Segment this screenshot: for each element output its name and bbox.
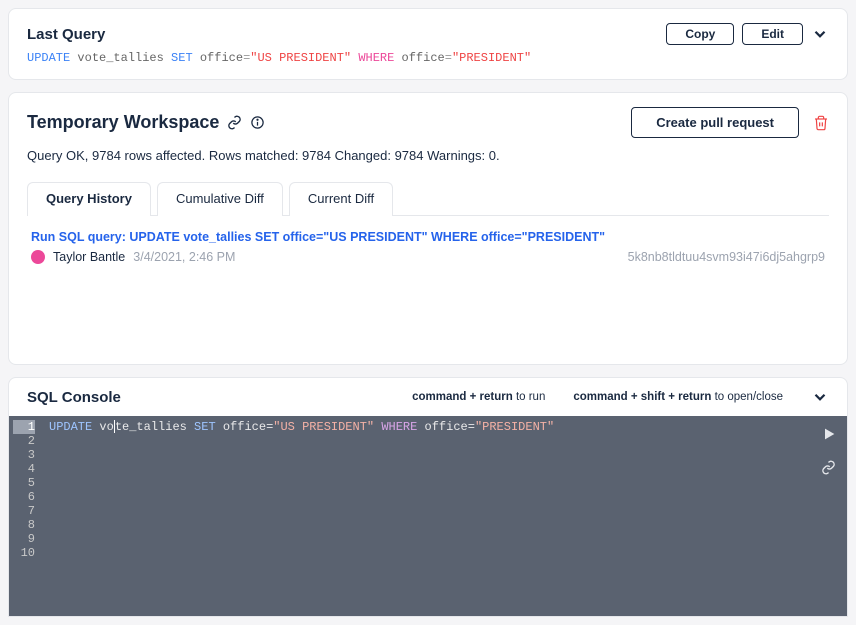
query-status-text: Query OK, 9784 rows affected. Rows match… [27, 148, 829, 163]
code-area[interactable]: UPDATE vote_tallies SET office="US PRESI… [41, 416, 847, 616]
line-number: 9 [13, 532, 35, 546]
line-number: 5 [13, 476, 35, 490]
token-ident: vo [92, 420, 114, 434]
last-query-sql: UPDATE vote_tallies SET office="US PRESI… [27, 51, 829, 65]
link-icon[interactable] [821, 460, 837, 475]
sql-console-hints: command + return to run command + shift … [412, 388, 829, 406]
line-number: 7 [13, 504, 35, 518]
code-line: UPDATE vote_tallies SET office="US PRESI… [49, 420, 839, 434]
last-query-header: Last Query Copy Edit [27, 23, 829, 45]
line-number: 10 [13, 546, 35, 560]
token-ident: office [216, 420, 266, 434]
last-query-title: Last Query [27, 26, 105, 43]
workspace-title: Temporary Workspace [27, 112, 219, 133]
tab-current-diff[interactable]: Current Diff [289, 182, 393, 216]
token-ident: te_tallies [115, 420, 194, 434]
token-ident: office [417, 420, 467, 434]
chevron-down-icon[interactable] [811, 25, 829, 43]
token-string: "US PRESIDENT" [273, 420, 374, 434]
line-number: 3 [13, 448, 35, 462]
workspace-actions: Create pull request [631, 107, 829, 138]
sql-string: "PRESIDENT" [452, 51, 531, 65]
sql-table: vote_tallies [70, 51, 171, 65]
workspace-title-row: Temporary Workspace [27, 112, 265, 133]
editor-actions [821, 426, 837, 475]
token-eq: = [468, 420, 475, 434]
tab-query-history[interactable]: Query History [27, 182, 151, 216]
last-query-actions: Copy Edit [666, 23, 829, 45]
history-meta: Taylor Bantle 3/4/2021, 2:46 PM 5k8nb8tl… [31, 250, 825, 264]
sql-editor[interactable]: 1 2 3 4 5 6 7 8 9 10 UPDATE vote_tallies… [9, 416, 847, 616]
copy-button[interactable]: Copy [666, 23, 734, 45]
tabs: Query History Cumulative Diff Current Di… [27, 181, 829, 216]
workspace-header: Temporary Workspace Create pull request [27, 107, 829, 138]
token-keyword: UPDATE [49, 420, 92, 434]
hint-toggle: command + shift + return to open/close [573, 391, 783, 403]
workspace-card: Temporary Workspace Create pull request … [8, 92, 848, 365]
tab-cumulative-diff[interactable]: Cumulative Diff [157, 182, 283, 216]
hint-run: command + return to run [412, 391, 545, 403]
create-pull-request-button[interactable]: Create pull request [631, 107, 799, 138]
sql-string: "US PRESIDENT" [250, 51, 351, 65]
line-gutter: 1 2 3 4 5 6 7 8 9 10 [9, 416, 41, 616]
token-keyword: WHERE [381, 420, 417, 434]
sql-eq: = [445, 51, 452, 65]
line-number: 8 [13, 518, 35, 532]
history-query-link[interactable]: Run SQL query: UPDATE vote_tallies SET o… [31, 230, 825, 244]
sql-console-card: SQL Console command + return to run comm… [8, 377, 848, 617]
line-number: 1 [13, 420, 35, 434]
sql-col: office [193, 51, 243, 65]
sql-col: office [394, 51, 444, 65]
history-date: 3/4/2021, 2:46 PM [133, 250, 235, 264]
token-keyword: SET [194, 420, 216, 434]
history-user: Taylor Bantle [53, 250, 125, 264]
last-query-card: Last Query Copy Edit UPDATE vote_tallies… [8, 8, 848, 80]
sql-console-header: SQL Console command + return to run comm… [9, 378, 847, 416]
play-icon[interactable] [821, 426, 837, 442]
sql-keyword-set: SET [171, 51, 193, 65]
history-entry: Run SQL query: UPDATE vote_tallies SET o… [27, 216, 829, 264]
edit-button[interactable]: Edit [742, 23, 803, 45]
line-number: 4 [13, 462, 35, 476]
token-string: "PRESIDENT" [475, 420, 554, 434]
history-hash: 5k8nb8tldtuu4svm93i47i6dj5ahgrp9 [628, 250, 825, 264]
info-icon[interactable] [250, 115, 265, 130]
chevron-down-icon[interactable] [811, 388, 829, 406]
line-number: 6 [13, 490, 35, 504]
history-meta-left: Taylor Bantle 3/4/2021, 2:46 PM [31, 250, 235, 264]
trash-icon[interactable] [813, 115, 829, 131]
sql-console-title: SQL Console [27, 389, 121, 406]
avatar [31, 250, 45, 264]
link-icon[interactable] [227, 115, 242, 130]
sql-keyword-update: UPDATE [27, 51, 70, 65]
line-number: 2 [13, 434, 35, 448]
sql-keyword-where: WHERE [358, 51, 394, 65]
